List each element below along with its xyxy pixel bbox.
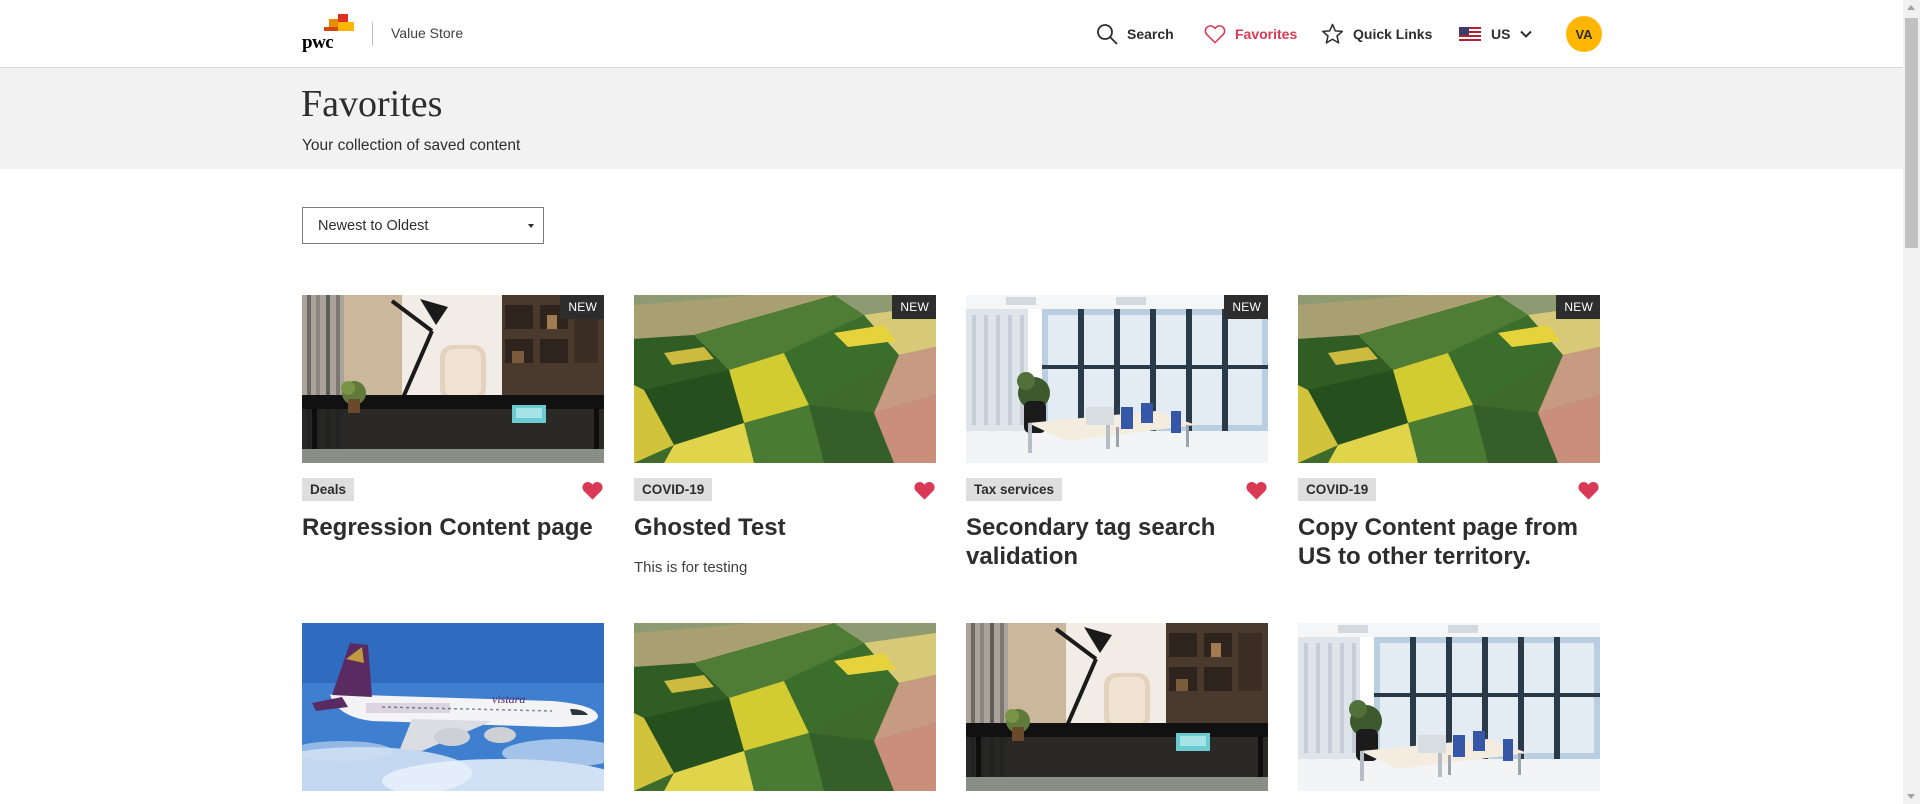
heart-filled-icon[interactable] bbox=[581, 480, 604, 501]
card-image-farmland[interactable] bbox=[634, 623, 936, 791]
card-image-airplane[interactable] bbox=[302, 623, 604, 791]
card-image-modern-office[interactable] bbox=[966, 295, 1268, 463]
card-image-home-office[interactable] bbox=[966, 623, 1268, 791]
new-badge: NEW bbox=[560, 295, 604, 319]
card-description: This is for testing bbox=[634, 559, 748, 576]
new-badge: NEW bbox=[1224, 295, 1268, 319]
pwc-logo[interactable]: pwc bbox=[302, 14, 354, 54]
logo-wordmark: pwc bbox=[302, 32, 334, 53]
quick-links-nav-item[interactable]: Quick Links bbox=[1321, 20, 1432, 48]
chevron-down-icon bbox=[1520, 30, 1533, 38]
card-tag[interactable]: COVID-19 bbox=[1298, 478, 1377, 501]
sort-dropdown[interactable]: Newest to Oldest bbox=[302, 207, 544, 244]
heart-filled-icon[interactable] bbox=[913, 480, 936, 501]
card-image-modern-office[interactable] bbox=[1298, 623, 1600, 791]
card-tag[interactable]: COVID-19 bbox=[634, 478, 713, 501]
page-scrollbar[interactable] bbox=[1903, 0, 1920, 804]
card-tag[interactable]: Deals bbox=[302, 478, 355, 501]
page-hero bbox=[0, 68, 1903, 169]
scroll-down-arrow-icon[interactable] bbox=[1907, 794, 1915, 799]
card-title[interactable]: Copy Content page from US to other terri… bbox=[1298, 513, 1598, 571]
quick-links-nav-label: Quick Links bbox=[1353, 26, 1433, 42]
card-title[interactable]: Ghosted Test bbox=[634, 513, 934, 542]
favorites-nav-item[interactable]: Favorites bbox=[1204, 20, 1297, 48]
card-title[interactable]: Secondary tag search validation bbox=[966, 513, 1266, 571]
scrollbar-thumb[interactable] bbox=[1905, 18, 1918, 248]
heart-outline-icon bbox=[1204, 25, 1226, 44]
header-divider bbox=[372, 22, 373, 46]
heart-filled-icon[interactable] bbox=[1577, 480, 1600, 501]
logo-block-orange bbox=[329, 19, 338, 27]
sort-selected-value: Newest to Oldest bbox=[318, 218, 429, 234]
card-image-farmland[interactable] bbox=[634, 295, 936, 463]
logo-block-tangerine bbox=[324, 27, 338, 31]
locale-selector[interactable]: US bbox=[1459, 20, 1541, 48]
card-image-farmland[interactable] bbox=[1298, 295, 1600, 463]
card-title[interactable]: Regression Content page bbox=[302, 513, 602, 542]
search-nav-item[interactable]: Search bbox=[1096, 20, 1174, 48]
heart-filled-icon[interactable] bbox=[1245, 480, 1268, 501]
card-image-home-office[interactable] bbox=[302, 295, 604, 463]
new-badge: NEW bbox=[892, 295, 936, 319]
search-icon bbox=[1097, 24, 1118, 45]
card-tag[interactable]: Tax services bbox=[966, 478, 1063, 501]
scroll-up-arrow-icon[interactable] bbox=[1907, 5, 1915, 10]
user-avatar[interactable]: VA bbox=[1566, 16, 1602, 52]
favorites-nav-label: Favorites bbox=[1235, 26, 1298, 42]
search-nav-label: Search bbox=[1127, 26, 1174, 42]
page-subtitle: Your collection of saved content bbox=[302, 137, 521, 154]
caret-down-icon bbox=[528, 224, 534, 228]
locale-label: US bbox=[1491, 26, 1511, 42]
page-title: Favorites bbox=[301, 83, 443, 125]
store-name[interactable]: Value Store bbox=[391, 25, 463, 41]
star-icon bbox=[1321, 23, 1344, 44]
new-badge: NEW bbox=[1556, 295, 1600, 319]
us-flag-icon bbox=[1459, 27, 1481, 41]
site-header: pwc Value Store Search Favorites Quick L… bbox=[0, 0, 1903, 68]
logo-block-yellow bbox=[338, 22, 354, 31]
